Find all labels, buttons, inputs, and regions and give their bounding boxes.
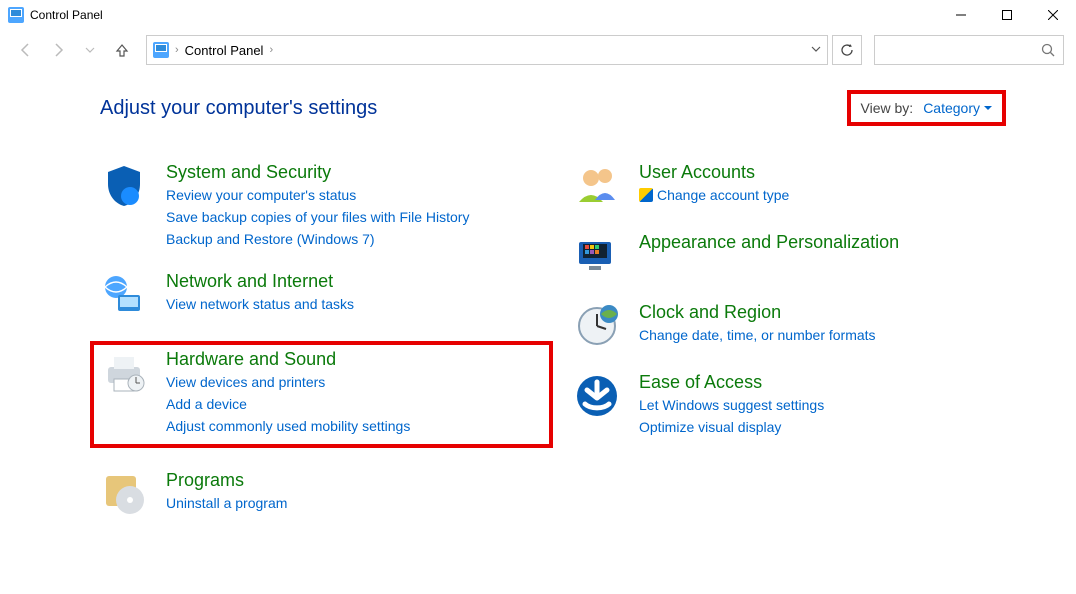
breadcrumb-root[interactable]: Control Panel [185, 43, 264, 58]
category-user-accounts: User AccountsChange account type [573, 162, 1006, 210]
search-input[interactable] [874, 35, 1064, 65]
category-link[interactable]: Uninstall a program [166, 493, 287, 513]
view-by-value-text: Category [923, 100, 980, 116]
chevron-right-icon[interactable]: › [175, 44, 179, 56]
navbar: › Control Panel › [0, 30, 1076, 70]
window-controls [938, 0, 1076, 30]
back-button[interactable] [12, 36, 40, 64]
category-title[interactable]: System and Security [166, 162, 469, 183]
category-title[interactable]: Programs [166, 470, 287, 491]
network-icon [100, 271, 148, 319]
category-link[interactable]: View devices and printers [166, 372, 410, 392]
category-title[interactable]: Hardware and Sound [166, 349, 410, 370]
category-link[interactable]: Review your computer's status [166, 185, 469, 205]
category-system-and-security: System and SecurityReview your computer'… [100, 162, 533, 249]
left-column: System and SecurityReview your computer'… [100, 162, 533, 518]
category-link[interactable]: Change date, time, or number formats [639, 325, 876, 345]
category-link[interactable]: Backup and Restore (Windows 7) [166, 229, 469, 249]
category-title[interactable]: Network and Internet [166, 271, 354, 292]
category-link[interactable]: Adjust commonly used mobility settings [166, 416, 410, 436]
category-appearance-and-personalization: Appearance and Personalization [573, 232, 1006, 280]
monitor-icon [573, 232, 621, 280]
disc-icon [100, 470, 148, 518]
users-icon [573, 162, 621, 210]
address-bar[interactable]: › Control Panel › [146, 35, 828, 65]
titlebar: Control Panel [0, 0, 1076, 30]
category-title[interactable]: Appearance and Personalization [639, 232, 899, 253]
clock-icon [573, 302, 621, 350]
window: Control Panel › Control Panel › Adjust y… [0, 0, 1076, 594]
category-network-and-internet: Network and InternetView network status … [100, 271, 533, 319]
ease-icon [573, 372, 621, 420]
close-button[interactable] [1030, 0, 1076, 30]
search-icon [1041, 43, 1055, 57]
maximize-button[interactable] [984, 0, 1030, 30]
header-row: Adjust your computer's settings View by:… [100, 90, 1006, 126]
category-clock-and-region: Clock and RegionChange date, time, or nu… [573, 302, 1006, 350]
category-link[interactable]: Save backup copies of your files with Fi… [166, 207, 469, 227]
category-link[interactable]: Let Windows suggest settings [639, 395, 824, 415]
category-link[interactable]: Add a device [166, 394, 410, 414]
category-title[interactable]: User Accounts [639, 162, 789, 183]
category-link[interactable]: Optimize visual display [639, 417, 824, 437]
window-title: Control Panel [30, 8, 103, 22]
category-title[interactable]: Clock and Region [639, 302, 876, 323]
shield-blue-icon [100, 162, 148, 210]
recent-dropdown[interactable] [76, 36, 104, 64]
control-panel-icon [8, 7, 24, 23]
category-title[interactable]: Ease of Access [639, 372, 824, 393]
category-link[interactable]: View network status and tasks [166, 294, 354, 314]
view-by-label: View by: [861, 100, 914, 116]
forward-button[interactable] [44, 36, 72, 64]
right-column: User AccountsChange account type Appearan… [573, 162, 1006, 518]
chevron-right-icon[interactable]: › [269, 44, 273, 56]
category-columns: System and SecurityReview your computer'… [100, 162, 1006, 518]
category-hardware-and-sound: Hardware and SoundView devices and print… [100, 349, 533, 436]
chevron-down-icon[interactable] [811, 41, 821, 59]
minimize-button[interactable] [938, 0, 984, 30]
content-area: Adjust your computer's settings View by:… [0, 70, 1076, 538]
page-title: Adjust your computer's settings [100, 97, 377, 120]
category-programs: ProgramsUninstall a program [100, 470, 533, 518]
category-ease-of-access: Ease of AccessLet Windows suggest settin… [573, 372, 1006, 437]
refresh-button[interactable] [832, 35, 862, 65]
view-by-selector[interactable]: View by: Category [847, 90, 1006, 126]
up-button[interactable] [108, 36, 136, 64]
printer-icon [100, 349, 148, 397]
control-panel-icon [153, 42, 169, 58]
caret-down-icon [984, 104, 992, 112]
category-link[interactable]: Change account type [639, 185, 789, 205]
view-by-value[interactable]: Category [923, 100, 992, 116]
